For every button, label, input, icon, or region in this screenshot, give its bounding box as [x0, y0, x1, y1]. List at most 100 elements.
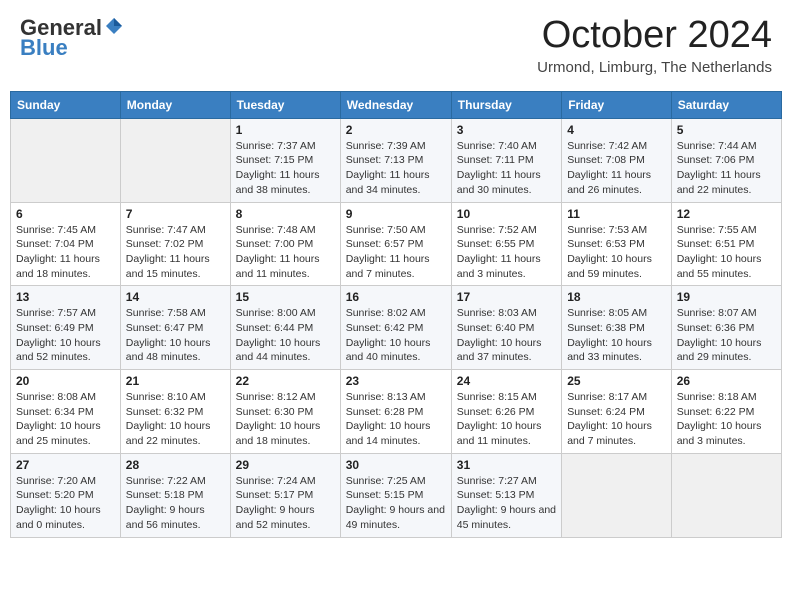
day-info: Sunrise: 8:08 AM Sunset: 6:34 PM Dayligh… — [16, 390, 115, 449]
day-info: Sunrise: 8:13 AM Sunset: 6:28 PM Dayligh… — [346, 390, 446, 449]
calendar-cell: 15Sunrise: 8:00 AM Sunset: 6:44 PM Dayli… — [230, 286, 340, 370]
day-number: 12 — [677, 207, 776, 221]
day-info: Sunrise: 8:07 AM Sunset: 6:36 PM Dayligh… — [677, 306, 776, 365]
day-number: 24 — [457, 374, 556, 388]
day-number: 29 — [236, 458, 335, 472]
day-info: Sunrise: 7:50 AM Sunset: 6:57 PM Dayligh… — [346, 223, 446, 282]
calendar-cell: 8Sunrise: 7:48 AM Sunset: 7:00 PM Daylig… — [230, 202, 340, 286]
title-area: October 2024 Urmond, Limburg, The Nether… — [537, 15, 772, 76]
day-info: Sunrise: 7:53 AM Sunset: 6:53 PM Dayligh… — [567, 223, 666, 282]
calendar-cell: 14Sunrise: 7:58 AM Sunset: 6:47 PM Dayli… — [120, 286, 230, 370]
calendar-day-header: Saturday — [671, 91, 781, 118]
day-number: 2 — [346, 123, 446, 137]
calendar-week-row: 27 Sunrise: 7:20 AM Sunset: 5:20 PM Dayli… — [11, 453, 782, 537]
day-info: Sunrise: 8:12 AM Sunset: 6:30 PM Dayligh… — [236, 390, 335, 449]
day-number: 28 — [126, 458, 225, 472]
day-number: 7 — [126, 207, 225, 221]
day-number: 11 — [567, 207, 666, 221]
day-info: Sunrise: 7:20 AM Sunset: 5:20 PM Dayligh… — [16, 474, 115, 533]
calendar-cell: 28 Sunrise: 7:22 AM Sunset: 5:18 PM Dayli… — [120, 453, 230, 537]
day-info: Sunrise: 8:02 AM Sunset: 6:42 PM Dayligh… — [346, 306, 446, 365]
day-info: Sunrise: 7:44 AM Sunset: 7:06 PM Dayligh… — [677, 139, 776, 198]
day-number: 5 — [677, 123, 776, 137]
day-info: Sunrise: 8:15 AM Sunset: 6:26 PM Dayligh… — [457, 390, 556, 449]
day-info: Sunrise: 7:39 AM Sunset: 7:13 PM Dayligh… — [346, 139, 446, 198]
day-number: 30 — [346, 458, 446, 472]
calendar-cell: 23 Sunrise: 8:13 AM Sunset: 6:28 PM Dayli… — [340, 370, 451, 454]
calendar-day-header: Friday — [562, 91, 672, 118]
day-info: Sunrise: 7:42 AM Sunset: 7:08 PM Dayligh… — [567, 139, 666, 198]
calendar-cell: 9 Sunrise: 7:50 AM Sunset: 6:57 PM Daylig… — [340, 202, 451, 286]
calendar-cell: 26 Sunrise: 8:18 AM Sunset: 6:22 PM Dayli… — [671, 370, 781, 454]
calendar-cell: 2 Sunrise: 7:39 AM Sunset: 7:13 PM Daylig… — [340, 118, 451, 202]
day-info: Sunrise: 8:05 AM Sunset: 6:38 PM Dayligh… — [567, 306, 666, 365]
calendar-day-header: Sunday — [11, 91, 121, 118]
day-number: 23 — [346, 374, 446, 388]
day-number: 10 — [457, 207, 556, 221]
day-number: 8 — [236, 207, 335, 221]
day-info: Sunrise: 7:45 AM Sunset: 7:04 PM Dayligh… — [16, 223, 115, 282]
calendar-cell: 25 Sunrise: 8:17 AM Sunset: 6:24 PM Dayli… — [562, 370, 672, 454]
calendar-cell: 4Sunrise: 7:42 AM Sunset: 7:08 PM Daylig… — [562, 118, 672, 202]
calendar-cell: 16 Sunrise: 8:02 AM Sunset: 6:42 PM Dayli… — [340, 286, 451, 370]
day-number: 22 — [236, 374, 335, 388]
calendar-cell — [11, 118, 121, 202]
day-number: 25 — [567, 374, 666, 388]
day-number: 20 — [16, 374, 115, 388]
calendar-day-header: Wednesday — [340, 91, 451, 118]
day-info: Sunrise: 8:17 AM Sunset: 6:24 PM Dayligh… — [567, 390, 666, 449]
calendar-cell: 1 Sunrise: 7:37 AM Sunset: 7:15 PM Daylig… — [230, 118, 340, 202]
logo-blue-text: Blue — [20, 35, 68, 61]
day-info: Sunrise: 8:00 AM Sunset: 6:44 PM Dayligh… — [236, 306, 335, 365]
day-info: Sunrise: 7:52 AM Sunset: 6:55 PM Dayligh… — [457, 223, 556, 282]
calendar-cell: 11 Sunrise: 7:53 AM Sunset: 6:53 PM Dayli… — [562, 202, 672, 286]
day-number: 17 — [457, 290, 556, 304]
calendar-cell: 17 Sunrise: 8:03 AM Sunset: 6:40 PM Dayli… — [451, 286, 561, 370]
day-number: 31 — [457, 458, 556, 472]
day-info: Sunrise: 7:27 AM Sunset: 5:13 PM Dayligh… — [457, 474, 556, 533]
calendar-cell: 12 Sunrise: 7:55 AM Sunset: 6:51 PM Dayli… — [671, 202, 781, 286]
calendar-cell: 30Sunrise: 7:25 AM Sunset: 5:15 PM Dayli… — [340, 453, 451, 537]
day-number: 21 — [126, 374, 225, 388]
location-subtitle: Urmond, Limburg, The Netherlands — [537, 59, 772, 76]
page-header: General Blue October 2024 Urmond, Limbur… — [10, 10, 782, 81]
day-info: Sunrise: 8:03 AM Sunset: 6:40 PM Dayligh… — [457, 306, 556, 365]
calendar-cell: 22 Sunrise: 8:12 AM Sunset: 6:30 PM Dayli… — [230, 370, 340, 454]
day-info: Sunrise: 8:18 AM Sunset: 6:22 PM Dayligh… — [677, 390, 776, 449]
day-number: 16 — [346, 290, 446, 304]
day-info: Sunrise: 7:55 AM Sunset: 6:51 PM Dayligh… — [677, 223, 776, 282]
calendar-week-row: 1 Sunrise: 7:37 AM Sunset: 7:15 PM Daylig… — [11, 118, 782, 202]
calendar-cell: 6 Sunrise: 7:45 AM Sunset: 7:04 PM Daylig… — [11, 202, 121, 286]
day-info: Sunrise: 7:22 AM Sunset: 5:18 PM Dayligh… — [126, 474, 225, 533]
calendar-cell — [671, 453, 781, 537]
day-number: 3 — [457, 123, 556, 137]
calendar-cell: 31 Sunrise: 7:27 AM Sunset: 5:13 PM Dayli… — [451, 453, 561, 537]
logo-icon — [104, 16, 124, 36]
calendar-day-header: Tuesday — [230, 91, 340, 118]
calendar-cell: 18 Sunrise: 8:05 AM Sunset: 6:38 PM Dayli… — [562, 286, 672, 370]
day-info: Sunrise: 8:10 AM Sunset: 6:32 PM Dayligh… — [126, 390, 225, 449]
calendar-header-row: SundayMondayTuesdayWednesdayThursdayFrid… — [11, 91, 782, 118]
calendar-day-header: Thursday — [451, 91, 561, 118]
day-number: 19 — [677, 290, 776, 304]
calendar-day-header: Monday — [120, 91, 230, 118]
calendar-cell: 13Sunrise: 7:57 AM Sunset: 6:49 PM Dayli… — [11, 286, 121, 370]
day-number: 9 — [346, 207, 446, 221]
calendar-cell: 5 Sunrise: 7:44 AM Sunset: 7:06 PM Daylig… — [671, 118, 781, 202]
day-info: Sunrise: 7:24 AM Sunset: 5:17 PM Dayligh… — [236, 474, 335, 533]
calendar-week-row: 20 Sunrise: 8:08 AM Sunset: 6:34 PM Dayli… — [11, 370, 782, 454]
day-info: Sunrise: 7:37 AM Sunset: 7:15 PM Dayligh… — [236, 139, 335, 198]
day-info: Sunrise: 7:47 AM Sunset: 7:02 PM Dayligh… — [126, 223, 225, 282]
day-number: 6 — [16, 207, 115, 221]
calendar-cell: 20 Sunrise: 8:08 AM Sunset: 6:34 PM Dayli… — [11, 370, 121, 454]
day-number: 27 — [16, 458, 115, 472]
calendar-week-row: 13Sunrise: 7:57 AM Sunset: 6:49 PM Dayli… — [11, 286, 782, 370]
day-number: 1 — [236, 123, 335, 137]
day-number: 26 — [677, 374, 776, 388]
calendar-cell: 3 Sunrise: 7:40 AM Sunset: 7:11 PM Daylig… — [451, 118, 561, 202]
day-info: Sunrise: 7:40 AM Sunset: 7:11 PM Dayligh… — [457, 139, 556, 198]
calendar-cell: 19 Sunrise: 8:07 AM Sunset: 6:36 PM Dayli… — [671, 286, 781, 370]
day-number: 18 — [567, 290, 666, 304]
month-title: October 2024 — [537, 15, 772, 57]
calendar-table: SundayMondayTuesdayWednesdayThursdayFrid… — [10, 91, 782, 538]
